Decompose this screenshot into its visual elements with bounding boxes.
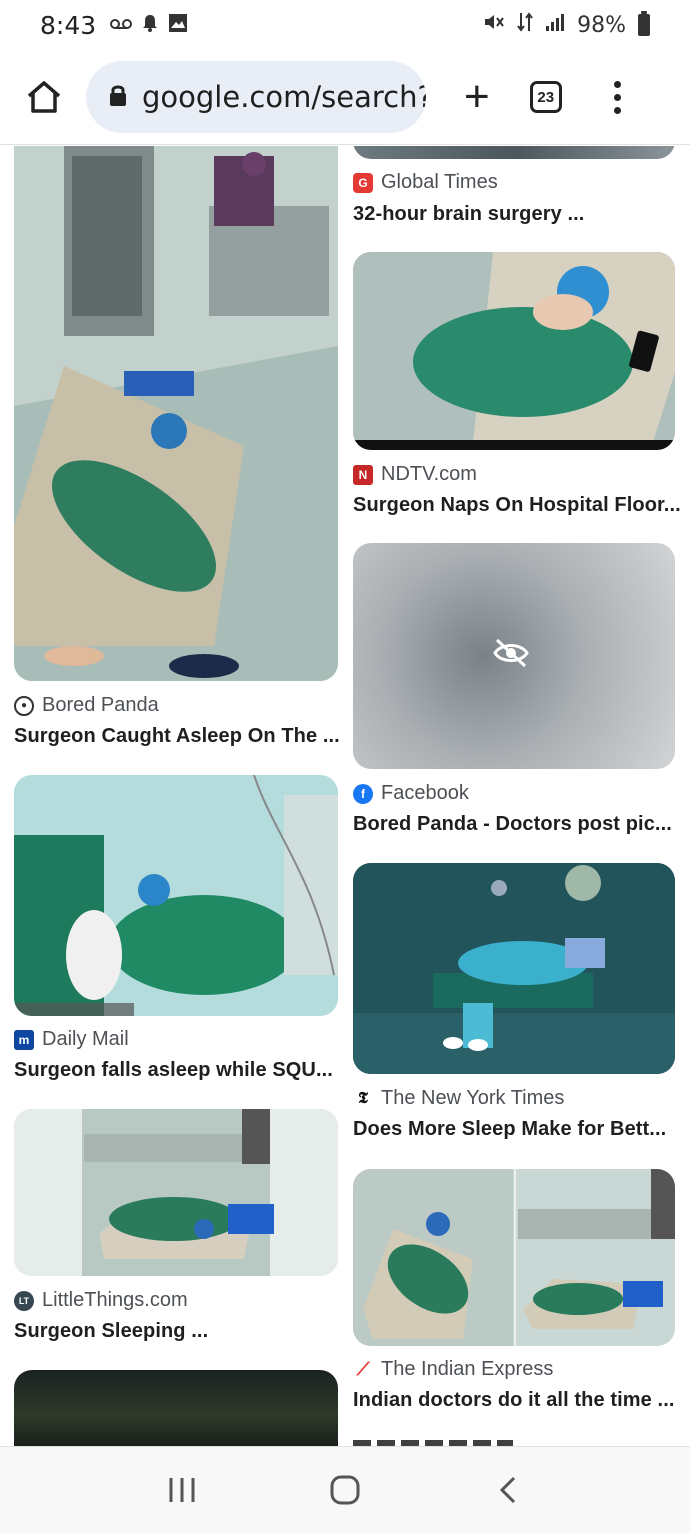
browser-toolbar: google.com/search? + 23 (0, 50, 690, 145)
result-image-partial-bottom[interactable] (14, 1370, 338, 1446)
result-source[interactable]: f Facebook (353, 782, 469, 805)
signal-icon (545, 12, 565, 38)
result-source[interactable]: ⟋ The Indian Express (353, 1358, 553, 1381)
result-image-operating-room[interactable] (353, 863, 675, 1074)
status-bar: 8:43 98% (0, 0, 690, 50)
result-image-blurred[interactable] (353, 543, 675, 769)
hidden-eye-icon (493, 638, 529, 673)
result-image-surgeon-sleeping[interactable] (14, 1109, 338, 1276)
image-results: G Global Times 32-hour brain surgery ...… (0, 146, 690, 1446)
home-nav-icon[interactable] (315, 1460, 375, 1520)
lock-icon (108, 83, 128, 112)
nyt-favicon-icon: 𝕿 (353, 1088, 373, 1109)
home-icon[interactable] (22, 75, 66, 119)
status-time: 8:43 (40, 10, 97, 40)
result-source[interactable]: LT LittleThings.com (14, 1289, 188, 1312)
indian-express-favicon-icon: ⟋ (353, 1359, 373, 1380)
back-icon[interactable] (478, 1460, 538, 1520)
facebook-favicon-icon: f (353, 783, 373, 804)
system-nav-bar (0, 1446, 690, 1533)
result-title[interactable]: 32-hour brain surgery ... (353, 203, 584, 226)
result-title[interactable]: Bored Panda - Doctors post pic... (353, 813, 672, 836)
mute-icon (483, 12, 505, 38)
result-image-surgeon-squat[interactable] (14, 775, 338, 1016)
ndtv-favicon-icon: N (353, 464, 373, 485)
result-image-collage[interactable] (353, 1169, 675, 1346)
daily-mail-favicon-icon: m (14, 1029, 34, 1050)
result-source[interactable]: 𝕿 The New York Times (353, 1087, 564, 1110)
bell-icon (142, 14, 158, 37)
result-title[interactable]: Surgeon Naps On Hospital Floor... (353, 494, 681, 517)
menu-icon[interactable] (613, 80, 621, 114)
tab-switcher-button[interactable]: 23 (529, 81, 562, 113)
voicemail-icon (110, 15, 133, 36)
result-title[interactable]: Indian doctors do it all the time ... (353, 1389, 675, 1412)
url-bar[interactable]: google.com/search? (86, 61, 426, 133)
result-source[interactable]: G Global Times (353, 171, 498, 194)
result-title[interactable]: Surgeon falls asleep while SQU... (14, 1059, 333, 1082)
result-title[interactable]: Does More Sleep Make for Bett... (353, 1118, 666, 1141)
gallery-icon (168, 13, 188, 38)
recent-apps-icon[interactable] (152, 1460, 212, 1520)
battery-icon (638, 11, 650, 36)
result-title[interactable]: Surgeon Sleeping ... (14, 1320, 208, 1343)
global-times-favicon-icon: G (353, 172, 373, 193)
data-icon (517, 11, 533, 39)
bored-panda-favicon-icon: ● (14, 695, 34, 716)
littlethings-favicon-icon: LT (14, 1290, 34, 1311)
url-text: google.com/search? (142, 80, 426, 114)
result-source[interactable]: ● Bored Panda (14, 694, 159, 717)
result-image-partial-top[interactable] (353, 146, 675, 159)
result-image-surgeon-nap[interactable] (353, 252, 675, 450)
result-title[interactable]: Surgeon Caught Asleep On The ... (14, 725, 340, 748)
result-image-surgeon-floor[interactable] (14, 146, 338, 681)
new-tab-button[interactable]: + (464, 75, 490, 119)
battery-percent: 98% (577, 12, 626, 38)
result-source[interactable]: N NDTV.com (353, 463, 477, 486)
result-source[interactable]: m Daily Mail (14, 1028, 129, 1051)
